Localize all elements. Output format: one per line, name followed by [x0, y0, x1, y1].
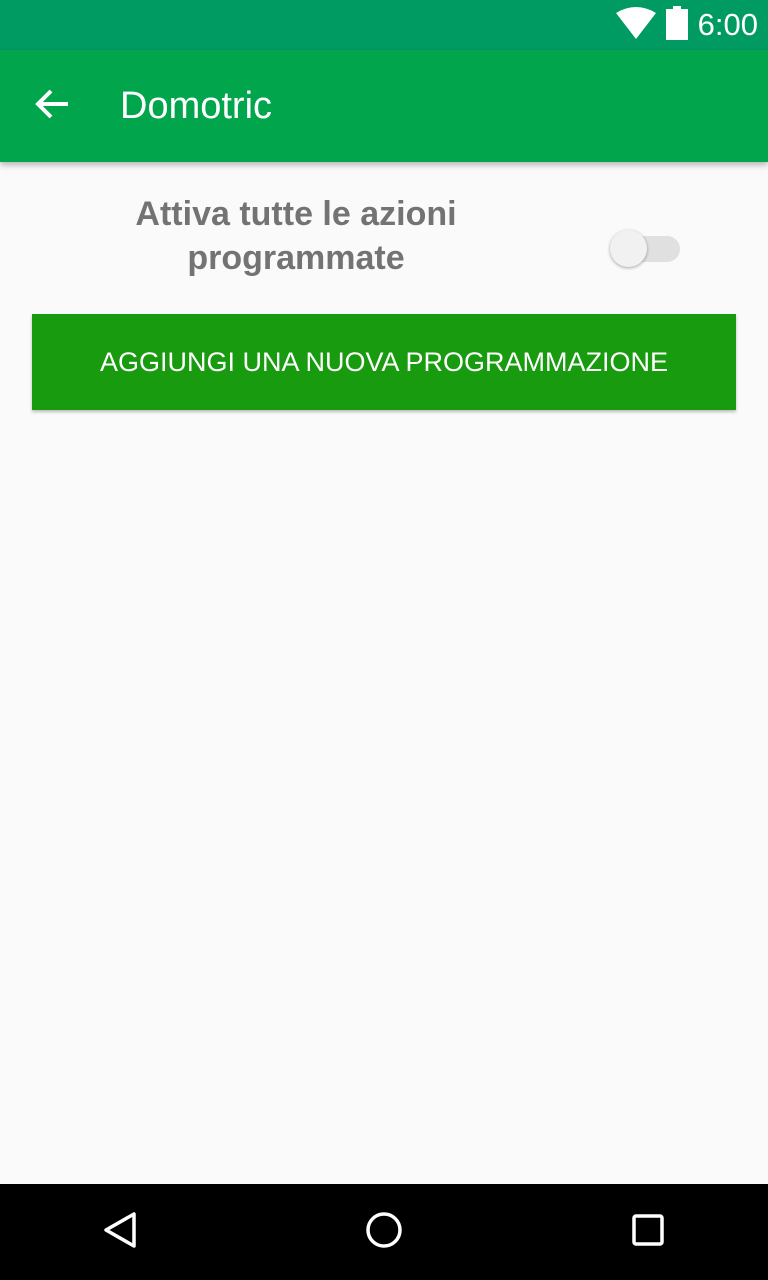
app-title: Domotric	[120, 85, 273, 127]
schedule-switch-row: Attiva tutte le azioni programmate	[0, 192, 768, 292]
home-circle-icon	[364, 1210, 404, 1255]
schedule-switch-label: Attiva tutte le azioni programmate	[135, 195, 457, 277]
status-bar: 6:00	[0, 0, 768, 50]
status-time: 6:00	[697, 7, 758, 42]
wifi-icon	[615, 6, 656, 44]
status-icons: 6:00	[615, 0, 758, 50]
nav-back-button[interactable]	[90, 1202, 150, 1262]
battery-icon	[665, 5, 688, 45]
nav-home-button[interactable]	[354, 1202, 414, 1262]
navigation-bar	[0, 1184, 768, 1280]
back-triangle-icon	[100, 1210, 140, 1255]
back-button[interactable]	[24, 78, 80, 134]
schedule-toggle-switch[interactable]	[610, 225, 680, 267]
arrow-back-icon	[34, 86, 70, 127]
recents-square-icon	[628, 1210, 668, 1255]
add-schedule-button[interactable]: AGGIUNGI UNA NUOVA PROGRAMMAZIONE	[32, 314, 736, 410]
switch-thumb	[610, 230, 647, 267]
nav-recents-button[interactable]	[618, 1202, 678, 1262]
app-bar: Domotric	[0, 50, 768, 162]
